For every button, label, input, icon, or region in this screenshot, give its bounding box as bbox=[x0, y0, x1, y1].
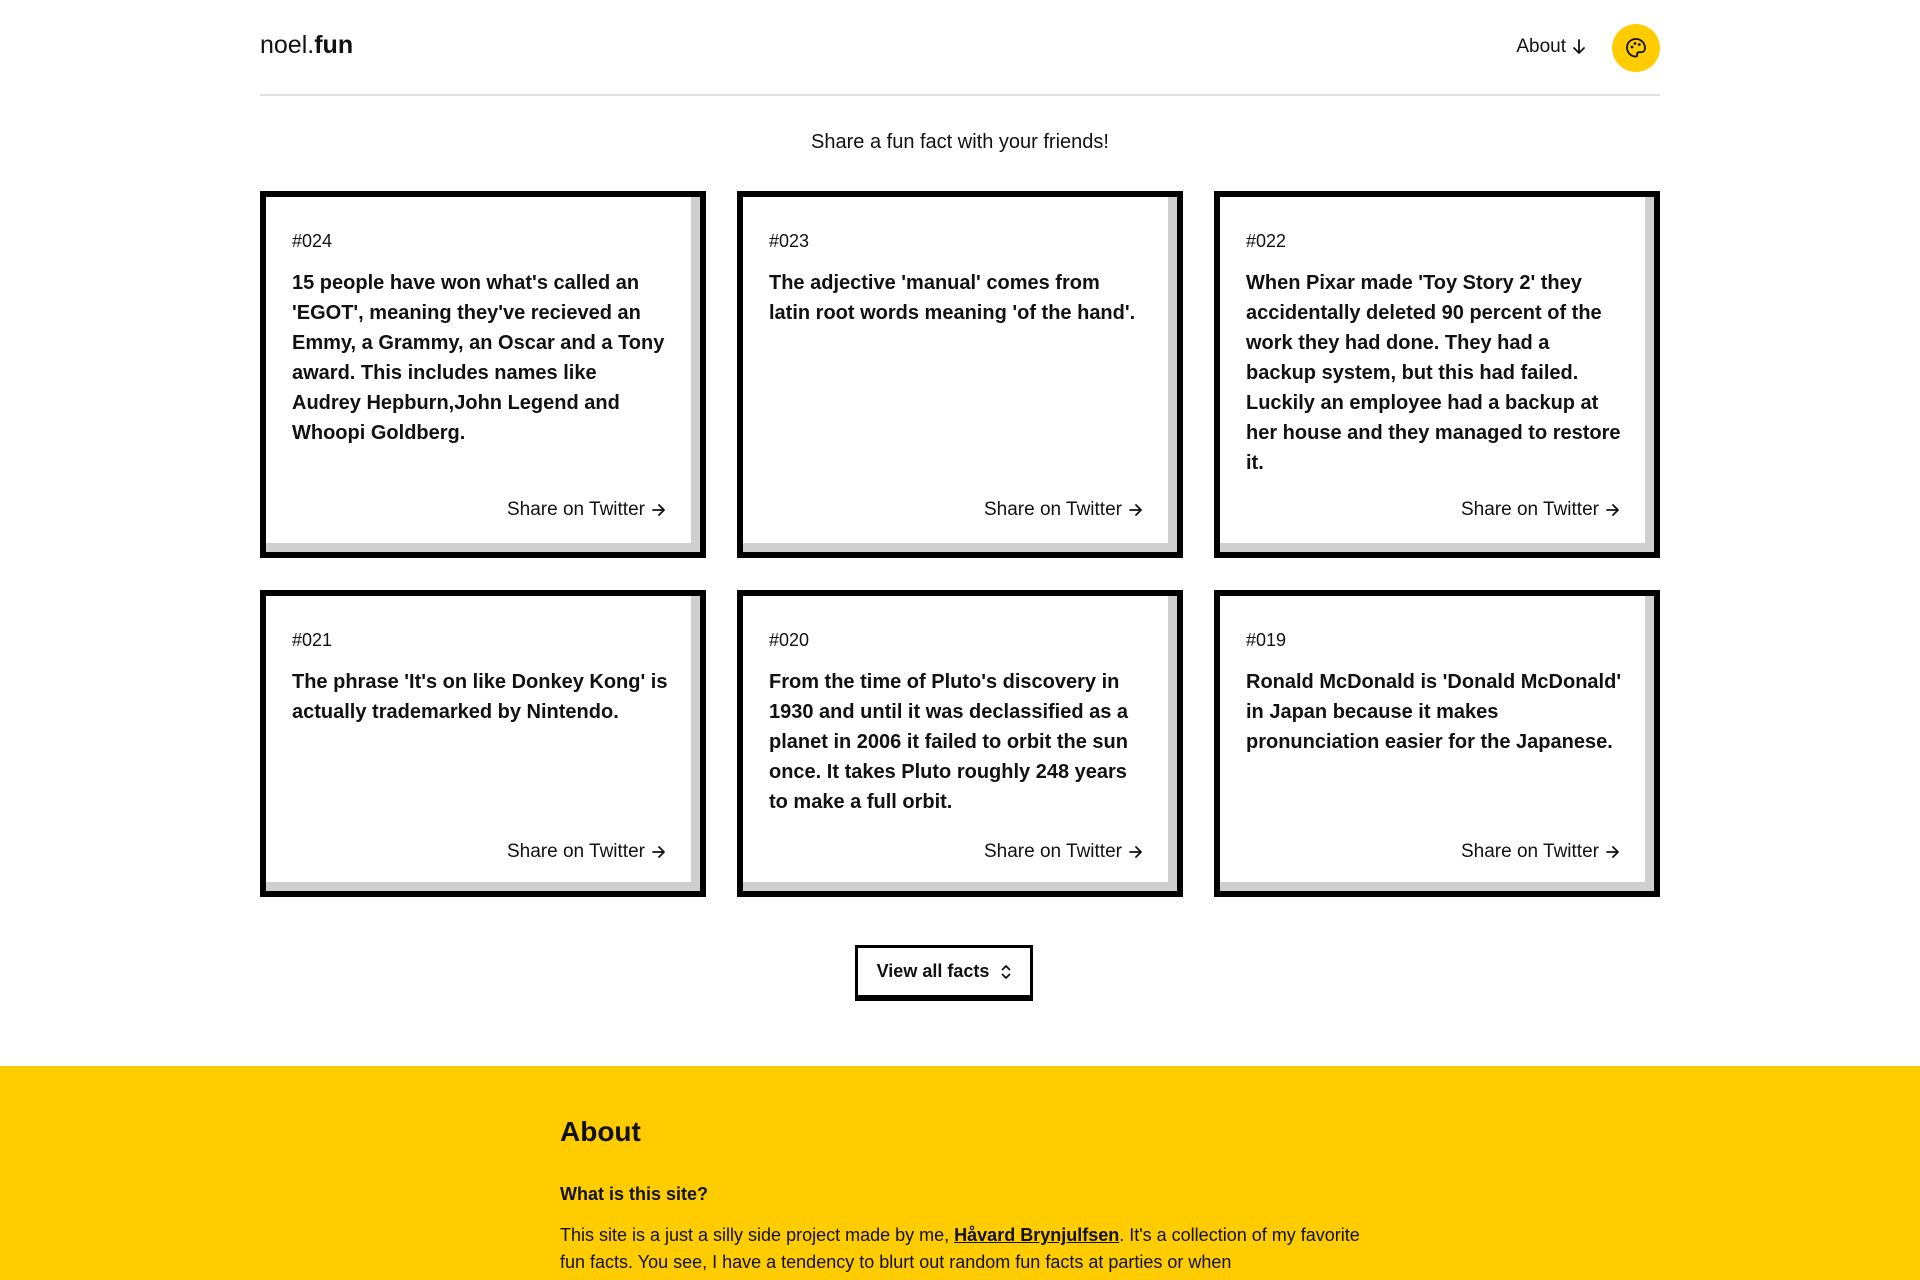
share-on-twitter-link[interactable]: Share on Twitter bbox=[984, 499, 1143, 521]
fact-number: #022 bbox=[1246, 231, 1287, 251]
fact-card: #023 The adjective 'manual' comes from l… bbox=[737, 191, 1183, 558]
fact-number: #019 bbox=[1246, 630, 1287, 650]
share-label: Share on Twitter bbox=[1460, 841, 1599, 862]
fact-number: #024 bbox=[292, 231, 333, 251]
fact-number: #023 bbox=[769, 231, 810, 251]
share-label: Share on Twitter bbox=[506, 499, 645, 520]
fact-card: #022 When Pixar made 'Toy Story 2' they … bbox=[1214, 191, 1660, 558]
author-link[interactable]: Håvard Brynjulfsen bbox=[954, 1225, 1119, 1245]
arrow-down-icon bbox=[1573, 39, 1585, 54]
fact-card: #021 The phrase 'It's on like Donkey Kon… bbox=[260, 590, 706, 897]
chevron-up-down-icon bbox=[1001, 964, 1011, 979]
fact-text: Ronald McDonald is 'Donald McDonald' in … bbox=[1246, 671, 1622, 753]
arrow-right-icon bbox=[1606, 504, 1619, 516]
share-label: Share on Twitter bbox=[1460, 499, 1599, 520]
about-paragraph: This site is a just a silly side project… bbox=[560, 1222, 1360, 1276]
about-section: About What is this site? This site is a … bbox=[0, 1066, 1920, 1280]
logo-regular: noel. bbox=[260, 31, 315, 59]
site-header: noel.fun About bbox=[260, 0, 1660, 96]
fact-number: #021 bbox=[292, 630, 333, 650]
fact-text: The adjective 'manual' comes from latin … bbox=[769, 272, 1136, 324]
logo-bold: fun bbox=[314, 31, 354, 59]
fact-number: #020 bbox=[769, 630, 810, 650]
fact-card: #020 From the time of Pluto's discovery … bbox=[737, 590, 1183, 897]
about-nav-link[interactable]: About bbox=[1516, 36, 1586, 58]
share-label: Share on Twitter bbox=[983, 841, 1122, 862]
view-all-label: View all facts bbox=[876, 961, 990, 981]
share-on-twitter-link[interactable]: Share on Twitter bbox=[1461, 499, 1620, 521]
arrow-right-icon bbox=[1129, 504, 1142, 516]
site-logo[interactable]: noel.fun bbox=[260, 31, 353, 60]
theme-palette-button[interactable] bbox=[1612, 24, 1660, 72]
fact-text: 15 people have won what's called an 'EGO… bbox=[292, 272, 665, 444]
view-all-facts-button[interactable]: View all facts bbox=[855, 945, 1033, 1001]
fact-card: #024 15 people have won what's called an… bbox=[260, 191, 706, 558]
fact-text: The phrase 'It's on like Donkey Kong' is… bbox=[292, 671, 668, 723]
arrow-right-icon bbox=[1129, 846, 1142, 858]
fact-text: From the time of Pluto's discovery in 19… bbox=[769, 671, 1129, 813]
arrow-right-icon bbox=[652, 504, 665, 516]
share-label: Share on Twitter bbox=[983, 499, 1122, 520]
about-question: What is this site? bbox=[560, 1184, 709, 1204]
page-tagline: Share a fun fact with your friends! bbox=[811, 131, 1109, 153]
palette-icon bbox=[1626, 38, 1646, 58]
share-on-twitter-link[interactable]: Share on Twitter bbox=[507, 841, 666, 863]
fact-card: #019 Ronald McDonald is 'Donald McDonald… bbox=[1214, 590, 1660, 897]
share-on-twitter-link[interactable]: Share on Twitter bbox=[507, 499, 666, 521]
share-on-twitter-link[interactable]: Share on Twitter bbox=[1461, 841, 1620, 863]
about-text-start: This site is a just a silly side project… bbox=[560, 1225, 955, 1245]
fact-text: When Pixar made 'Toy Story 2' they accid… bbox=[1246, 272, 1621, 474]
arrow-right-icon bbox=[1606, 846, 1619, 858]
about-heading: About bbox=[560, 1116, 641, 1147]
share-on-twitter-link[interactable]: Share on Twitter bbox=[984, 841, 1143, 863]
share-label: Share on Twitter bbox=[506, 841, 645, 862]
about-nav-label: About bbox=[1516, 36, 1566, 57]
arrow-right-icon bbox=[652, 846, 665, 858]
